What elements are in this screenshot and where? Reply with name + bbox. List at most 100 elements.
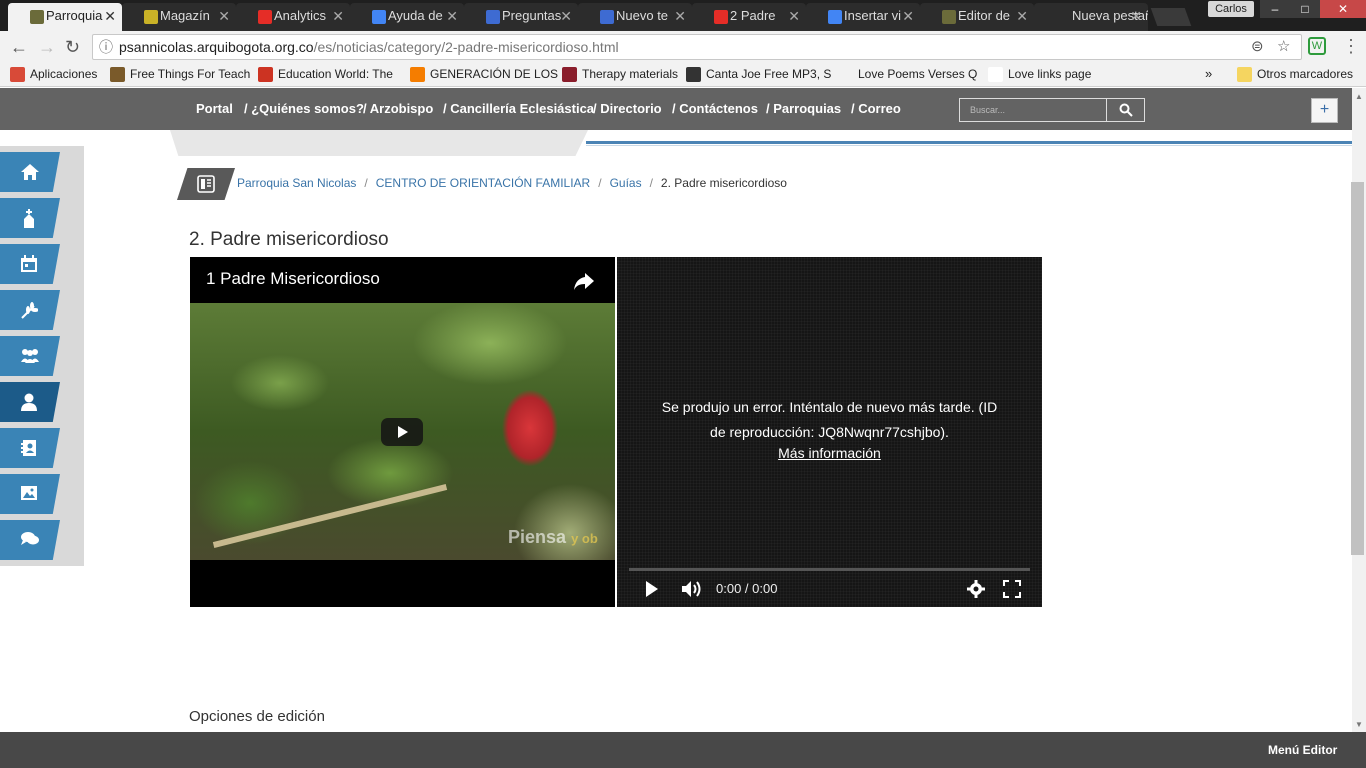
- browser-tab[interactable]: Parroquia ✕: [8, 3, 122, 31]
- nav-link[interactable]: / ¿Quiénes somos?: [244, 101, 364, 116]
- search-input[interactable]: Buscar...: [959, 98, 1107, 122]
- tab-label: Analytics: [274, 8, 327, 23]
- bookmark-item[interactable]: Free Things For Teach: [110, 67, 250, 82]
- fullscreen-icon[interactable]: [1003, 580, 1021, 598]
- bookmark-label: Education World: The: [278, 67, 393, 81]
- play-button[interactable]: [381, 418, 423, 446]
- edit-options-heading: Opciones de edición: [189, 708, 325, 725]
- browser-tab[interactable]: Insertar vi ✕: [806, 3, 920, 31]
- bookmarks-more-icon[interactable]: »: [1205, 66, 1212, 81]
- reload-icon[interactable]: ↻: [65, 37, 80, 58]
- breadcrumb-link[interactable]: Guías: [610, 176, 642, 190]
- tab-close-icon[interactable]: ✕: [1130, 3, 1142, 29]
- tab-favicon-icon: [828, 10, 842, 24]
- info-icon[interactable]: ⓘ: [99, 35, 113, 59]
- nav-link[interactable]: / Cancillería Eclesiástica: [443, 101, 594, 116]
- sidebar-button[interactable]: [0, 290, 60, 330]
- nav-link[interactable]: Portal: [196, 101, 233, 116]
- nav-link[interactable]: / Contáctenos: [672, 101, 758, 116]
- window-close-icon[interactable]: ✕: [1320, 0, 1366, 18]
- bookmark-item[interactable]: Canta Joe Free MP3, S: [686, 67, 831, 82]
- sidebar-button[interactable]: [0, 428, 60, 468]
- bookmark-item[interactable]: Therapy materials: [562, 67, 678, 82]
- tab-favicon-icon: [714, 10, 728, 24]
- editor-menu-button[interactable]: Menú Editor: [1268, 743, 1337, 757]
- tab-favicon-icon: [600, 10, 614, 24]
- breadcrumb-link[interactable]: Parroquia San Nicolas: [237, 176, 356, 190]
- nav-link[interactable]: / Parroquias: [766, 101, 841, 116]
- nav-link[interactable]: / Arzobispo: [363, 101, 433, 116]
- minimize-icon[interactable]: –: [1260, 0, 1290, 18]
- sidebar-button[interactable]: [0, 198, 60, 238]
- nav-band: [170, 130, 588, 156]
- bookmark-item[interactable]: Love Poems Verses Q: [838, 67, 978, 82]
- tab-close-icon[interactable]: ✕: [902, 3, 914, 29]
- new-tab-button[interactable]: [1150, 8, 1192, 26]
- add-button[interactable]: +: [1311, 98, 1338, 123]
- video-player-2[interactable]: Se produjo un error. Inténtalo de nuevo …: [617, 257, 1042, 607]
- bookmark-item[interactable]: Aplicaciones: [10, 67, 97, 82]
- tab-close-icon[interactable]: ✕: [560, 3, 572, 29]
- browser-tab[interactable]: Nuevo te ✕: [578, 3, 692, 31]
- bookmark-icon: [562, 67, 577, 82]
- browser-tab[interactable]: Ayuda de ✕: [350, 3, 464, 31]
- menu-icon[interactable]: ⋮: [1342, 36, 1360, 57]
- back-icon[interactable]: ←: [10, 37, 28, 58]
- address-bar[interactable]: ⓘ psannicolas.arquibogota.org.co/es/noti…: [92, 34, 1302, 60]
- tab-close-icon[interactable]: ✕: [674, 3, 686, 29]
- nav-link[interactable]: / Correo: [851, 101, 901, 116]
- sidebar-button[interactable]: [0, 520, 60, 560]
- volume-icon[interactable]: [681, 580, 703, 598]
- bookmark-item[interactable]: Love links page: [988, 67, 1091, 82]
- bookmark-item[interactable]: GENERACIÓN DE LOS: [410, 67, 558, 82]
- sidebar-button[interactable]: [0, 382, 60, 422]
- star-icon[interactable]: ☆: [1277, 35, 1290, 59]
- tab-close-icon[interactable]: ✕: [446, 3, 458, 29]
- bookmark-icon: [258, 67, 273, 82]
- tab-label: Editor de: [958, 8, 1011, 23]
- scroll-up-icon[interactable]: ▲: [1355, 92, 1363, 101]
- tab-close-icon[interactable]: ✕: [218, 3, 230, 29]
- url-host: psannicolas.arquibogota.org.co: [119, 39, 314, 55]
- tab-favicon-icon: [258, 10, 272, 24]
- sidebar-button[interactable]: [0, 474, 60, 514]
- video-player-1[interactable]: 1 Padre Misericordioso Piensa y ob: [190, 257, 615, 607]
- translate-icon[interactable]: ⊜: [1251, 35, 1264, 59]
- progress-bar[interactable]: [629, 568, 1030, 571]
- browser-tab[interactable]: 2 Padre ✕: [692, 3, 806, 31]
- breadcrumb-link[interactable]: CENTRO DE ORIENTACIÓN FAMILIAR: [376, 176, 590, 190]
- sidebar-button[interactable]: [0, 244, 60, 284]
- maximize-icon[interactable]: □: [1290, 0, 1320, 18]
- document-icon: [197, 175, 215, 193]
- browser-tab[interactable]: Analytics ✕: [236, 3, 350, 31]
- page-title: 2. Padre misericordioso: [189, 229, 389, 250]
- forward-icon[interactable]: →: [38, 37, 56, 58]
- tab-close-icon[interactable]: ✕: [104, 3, 116, 29]
- tab-close-icon[interactable]: ✕: [788, 3, 800, 29]
- extension-icon[interactable]: W: [1308, 37, 1326, 55]
- other-bookmarks[interactable]: Otros marcadores: [1237, 67, 1353, 82]
- more-info-link[interactable]: Más información: [617, 445, 1042, 461]
- scrollbar-thumb[interactable]: [1351, 182, 1364, 555]
- bookmark-item[interactable]: Education World: The: [258, 67, 393, 82]
- browser-tab[interactable]: Preguntas ✕: [464, 3, 578, 31]
- profile-button[interactable]: Carlos: [1208, 1, 1254, 17]
- settings-icon[interactable]: [967, 580, 985, 598]
- browser-tab[interactable]: Nueva pestañ ✕: [1034, 3, 1148, 31]
- video-title[interactable]: 1 Padre Misericordioso: [206, 269, 380, 289]
- scroll-down-icon[interactable]: ▼: [1355, 720, 1363, 729]
- browser-tab[interactable]: Magazín ✕: [122, 3, 236, 31]
- search-button[interactable]: [1106, 98, 1145, 122]
- browser-toolbar: ← → ↻ ⓘ psannicolas.arquibogota.org.co/e…: [0, 31, 1366, 63]
- bookmarks-bar: Aplicaciones Free Things For Teach Educati…: [0, 63, 1366, 87]
- play-icon[interactable]: [645, 580, 659, 598]
- bookmark-label: Love Poems Verses Q: [858, 67, 978, 81]
- share-icon[interactable]: [573, 271, 595, 291]
- sidebar-button[interactable]: [0, 152, 60, 192]
- tab-close-icon[interactable]: ✕: [1016, 3, 1028, 29]
- tab-favicon-icon: [942, 10, 956, 24]
- sidebar-button[interactable]: [0, 336, 60, 376]
- nav-link[interactable]: / Directorio: [593, 101, 662, 116]
- tab-close-icon[interactable]: ✕: [332, 3, 344, 29]
- browser-tab[interactable]: Editor de ✕: [920, 3, 1034, 31]
